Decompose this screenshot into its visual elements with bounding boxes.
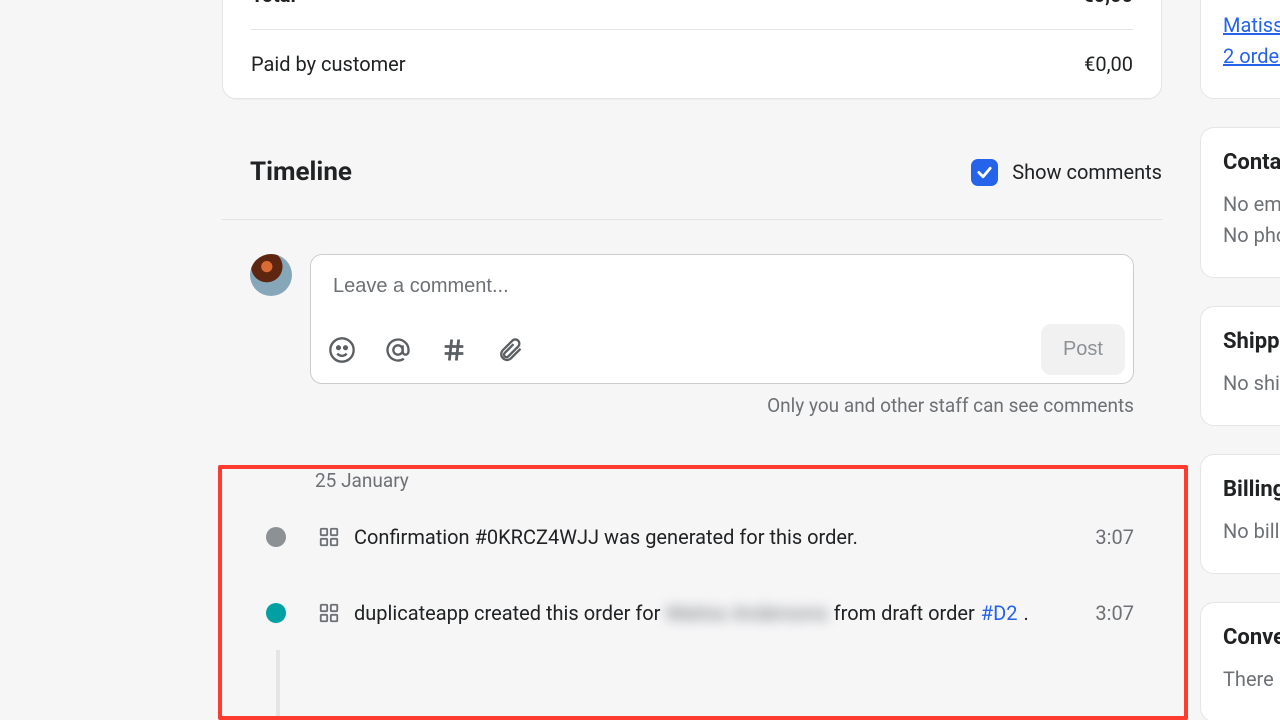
shipping-card-title: Shipping address (1223, 329, 1280, 354)
paid-row: Paid by customer €0,00 (251, 29, 1133, 98)
timeline-dot-grey-icon (266, 527, 286, 547)
hashtag-icon[interactable] (439, 335, 469, 365)
timeline-event[interactable]: Confirmation #0KRCZ4WJJ was generated fo… (222, 522, 1134, 552)
total-label: Total (251, 0, 296, 7)
billing-value: No billing (1223, 516, 1280, 547)
billing-card-title: Billing address (1223, 477, 1280, 502)
conversion-card: Conversion There (1200, 602, 1280, 720)
total-value: €0,00 (1082, 0, 1133, 7)
event-prefix: duplicateapp created this order for (354, 601, 660, 625)
event-suffix: . (1023, 601, 1028, 625)
timeline-header: Timeline Show comments (222, 157, 1162, 220)
avatar (250, 254, 292, 296)
shipping-value: No shipping (1223, 368, 1280, 399)
timeline-event-text: duplicateapp created this order for Mati… (354, 601, 1095, 625)
attachment-icon[interactable] (495, 335, 525, 365)
contact-email: No email (1223, 189, 1280, 220)
show-comments-toggle[interactable]: Show comments (971, 159, 1162, 186)
total-row: Total €0,00 (251, 0, 1133, 29)
conversion-value: There (1223, 664, 1280, 695)
timeline-connector-line (276, 650, 280, 720)
timeline-event-time: 3:07 (1095, 525, 1134, 549)
checkbox-checked-icon (971, 159, 998, 186)
timeline-title: Timeline (222, 157, 352, 187)
timeline-event[interactable]: duplicateapp created this order for Mati… (222, 598, 1134, 628)
redacted-name: Matiss Andersons (666, 601, 827, 625)
payment-summary-card: Total €0,00 Paid by customer €0,00 (222, 0, 1162, 99)
timeline-dot-teal-icon (266, 603, 286, 623)
timeline-event-time: 3:07 (1095, 601, 1134, 625)
app-block-icon (318, 602, 340, 624)
show-comments-label: Show comments (1012, 160, 1162, 184)
draft-order-link[interactable]: #D2 (981, 601, 1018, 625)
timeline-event-text: Confirmation #0KRCZ4WJJ was generated fo… (354, 525, 1095, 549)
shipping-card: Shipping address No shipping (1200, 306, 1280, 426)
post-button[interactable]: Post (1041, 324, 1125, 375)
app-block-icon (318, 526, 340, 548)
contact-card-title: Contact information (1223, 150, 1280, 175)
contact-phone: No phone (1223, 220, 1280, 251)
paid-by-customer-value: €0,00 (1084, 52, 1133, 76)
mention-icon[interactable] (383, 335, 413, 365)
billing-card: Billing address No billing (1200, 454, 1280, 574)
customer-orders-link[interactable]: 2 orders (1223, 41, 1280, 72)
customer-card: Customer Matiss 2 orders (1200, 0, 1280, 99)
event-mid: from draft order (834, 601, 975, 625)
emoji-icon[interactable] (327, 335, 357, 365)
paid-by-customer-label: Paid by customer (251, 52, 406, 76)
contact-card: Contact information No email No phone (1200, 127, 1280, 278)
comment-visibility-note: Only you and other staff can see comment… (222, 394, 1162, 417)
conversion-card-title: Conversion (1223, 625, 1280, 650)
comment-composer: Post (310, 254, 1134, 384)
customer-name-link[interactable]: Matiss (1223, 10, 1280, 41)
comment-input[interactable] (311, 255, 1133, 318)
timeline-date-header: 25 January (315, 469, 1162, 492)
